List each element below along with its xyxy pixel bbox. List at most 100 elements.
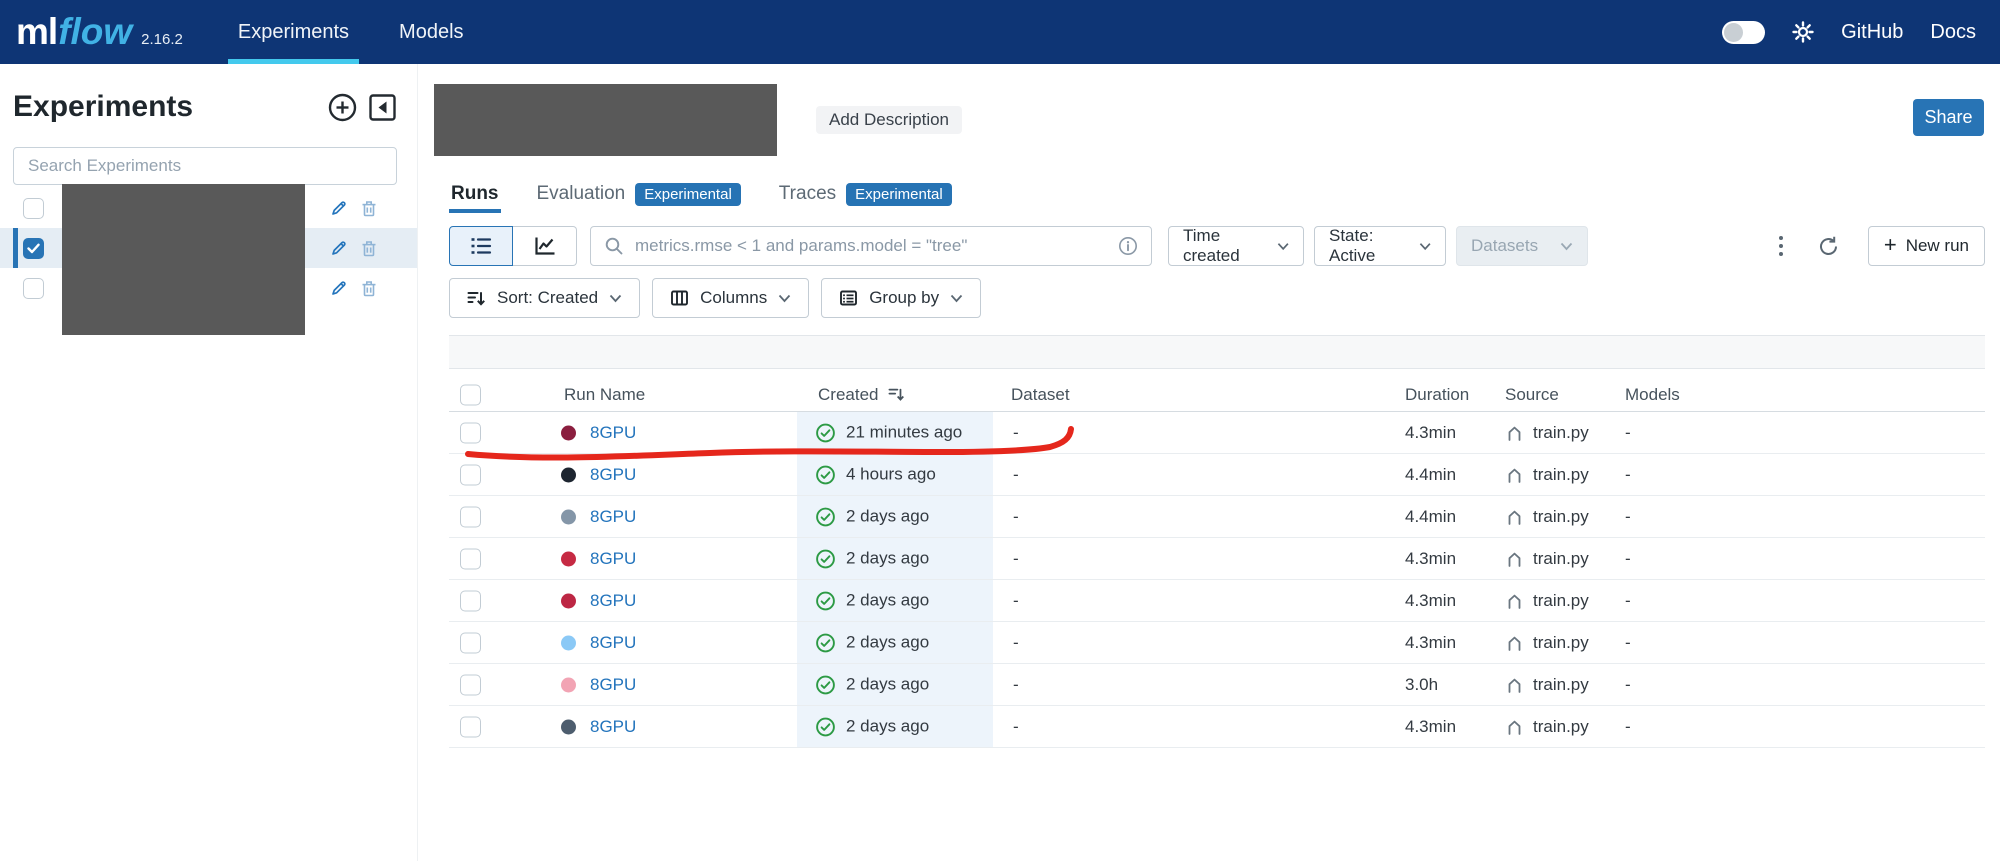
run-checkbox[interactable] — [460, 590, 481, 611]
more-options-icon[interactable] — [1773, 230, 1789, 262]
run-name-link[interactable]: 8GPU — [590, 507, 636, 527]
github-link[interactable]: GitHub — [1841, 21, 1903, 44]
experiment-checkbox[interactable] — [23, 197, 44, 219]
sort-order-icon[interactable] — [888, 387, 905, 402]
edit-experiment-icon[interactable] — [330, 239, 348, 257]
info-icon[interactable] — [1118, 236, 1138, 256]
run-name-link[interactable]: 8GPU — [590, 423, 636, 443]
run-created-time[interactable]: 2 days ago — [846, 591, 929, 611]
experiment-checkbox[interactable] — [23, 237, 44, 259]
run-source[interactable]: train.py — [1505, 507, 1589, 527]
run-created-time[interactable]: 2 days ago — [846, 717, 929, 737]
delete-experiment-icon[interactable] — [361, 280, 377, 297]
nav-tabs: Experiments Models — [213, 0, 489, 64]
run-models: - — [1625, 548, 1631, 568]
nav-tab-experiments[interactable]: Experiments — [227, 0, 360, 64]
add-description-button[interactable]: Add Description — [816, 106, 963, 134]
share-button[interactable]: Share — [1913, 99, 1984, 136]
chart-view-button[interactable] — [513, 226, 577, 266]
check-icon — [27, 243, 40, 253]
run-filter-input[interactable] — [635, 236, 1107, 256]
run-source[interactable]: train.py — [1505, 633, 1589, 653]
run-checkbox[interactable] — [460, 422, 481, 443]
run-checkbox[interactable] — [460, 464, 481, 485]
run-checkbox[interactable] — [460, 632, 481, 653]
run-source[interactable]: train.py — [1505, 465, 1589, 485]
sort-button[interactable]: Sort: Created — [449, 278, 641, 318]
run-duration: 3.0h — [1405, 674, 1439, 694]
run-models: - — [1625, 464, 1631, 484]
run-dataset: - — [1013, 422, 1019, 442]
time-created-dropdown[interactable]: Time created — [1168, 226, 1304, 266]
run-created-time[interactable]: 21 minutes ago — [846, 423, 962, 443]
run-source[interactable]: train.py — [1505, 591, 1589, 611]
table-top-strip — [449, 335, 1985, 369]
run-name-link[interactable]: 8GPU — [590, 717, 636, 737]
delete-experiment-icon[interactable] — [361, 200, 377, 217]
group-by-button[interactable]: Group by — [821, 278, 982, 318]
search-experiments-input[interactable] — [13, 147, 397, 185]
delete-experiment-icon[interactable] — [361, 240, 377, 257]
run-row: 8GPU 2 days ago - 4.3min train.py - — [449, 622, 1985, 664]
run-created-time[interactable]: 2 days ago — [846, 549, 929, 569]
tab-traces[interactable]: Traces Experimental — [779, 182, 952, 206]
run-name-link[interactable]: 8GPU — [590, 591, 636, 611]
run-checkbox[interactable] — [460, 506, 481, 527]
run-source[interactable]: train.py — [1505, 423, 1589, 443]
column-header-source[interactable]: Source — [1505, 385, 1559, 405]
run-name-link[interactable]: 8GPU — [590, 549, 636, 569]
table-body: 8GPU 21 minutes ago - 4.3min train.py - … — [449, 412, 1985, 748]
columns-icon — [671, 290, 689, 306]
run-created-cell: 2 days ago — [815, 548, 929, 569]
run-duration: 4.3min — [1405, 632, 1457, 652]
select-all-checkbox[interactable] — [460, 384, 481, 405]
run-source[interactable]: train.py — [1505, 549, 1589, 569]
run-row: 8GPU 4 hours ago - 4.4min train.py - — [449, 454, 1985, 496]
tab-evaluation[interactable]: Evaluation Experimental — [537, 182, 741, 206]
run-created-time[interactable]: 2 days ago — [846, 675, 929, 695]
run-created-time[interactable]: 2 days ago — [846, 633, 929, 653]
run-color-dot — [561, 719, 576, 734]
local-source-icon — [1508, 552, 1521, 567]
run-name-link[interactable]: 8GPU — [590, 633, 636, 653]
refresh-icon[interactable] — [1816, 234, 1841, 259]
collapse-sidebar-icon[interactable] — [368, 93, 397, 122]
run-created-time[interactable]: 4 hours ago — [846, 465, 936, 485]
docs-link[interactable]: Docs — [1930, 21, 1976, 44]
view-mode-switcher — [449, 226, 577, 266]
run-source[interactable]: train.py — [1505, 675, 1589, 695]
experiment-checkbox[interactable] — [23, 277, 44, 299]
chevron-down-icon — [779, 294, 791, 302]
column-header-dataset[interactable]: Dataset — [1011, 385, 1070, 405]
new-run-button[interactable]: + New run — [1867, 226, 1985, 266]
run-created-time[interactable]: 2 days ago — [846, 507, 929, 527]
local-source-icon — [1508, 468, 1521, 483]
column-header-duration[interactable]: Duration — [1405, 385, 1469, 405]
column-header-run-name[interactable]: Run Name — [564, 385, 645, 405]
tab-runs[interactable]: Runs — [449, 183, 500, 213]
theme-toggle[interactable] — [1722, 20, 1766, 44]
run-checkbox[interactable] — [460, 548, 481, 569]
column-header-created[interactable]: Created — [818, 385, 905, 405]
column-header-models[interactable]: Models — [1625, 385, 1680, 405]
edit-experiment-icon[interactable] — [330, 199, 348, 217]
gear-icon[interactable] — [1792, 21, 1814, 43]
run-checkbox[interactable] — [460, 674, 481, 695]
local-source-icon — [1508, 594, 1521, 609]
state-dropdown[interactable]: State: Active — [1314, 226, 1446, 266]
run-name-link[interactable]: 8GPU — [590, 675, 636, 695]
table-header-row: Run Name Created Dataset Duration Source… — [449, 378, 1985, 412]
run-source[interactable]: train.py — [1505, 717, 1589, 737]
run-name-link[interactable]: 8GPU — [590, 465, 636, 485]
edit-experiment-icon[interactable] — [330, 279, 348, 297]
run-created-cell: 4 hours ago — [815, 464, 936, 485]
list-view-button[interactable] — [449, 226, 513, 266]
mlflow-logo[interactable]: ml flow 2.16.2 — [16, 11, 183, 53]
datasets-dropdown[interactable]: Datasets — [1456, 226, 1588, 266]
run-checkbox[interactable] — [460, 716, 481, 737]
columns-button[interactable]: Columns — [652, 278, 810, 318]
chevron-down-icon — [1560, 242, 1573, 250]
nav-tab-models[interactable]: Models — [389, 0, 473, 64]
run-models: - — [1625, 674, 1631, 694]
create-experiment-icon[interactable] — [327, 92, 358, 123]
